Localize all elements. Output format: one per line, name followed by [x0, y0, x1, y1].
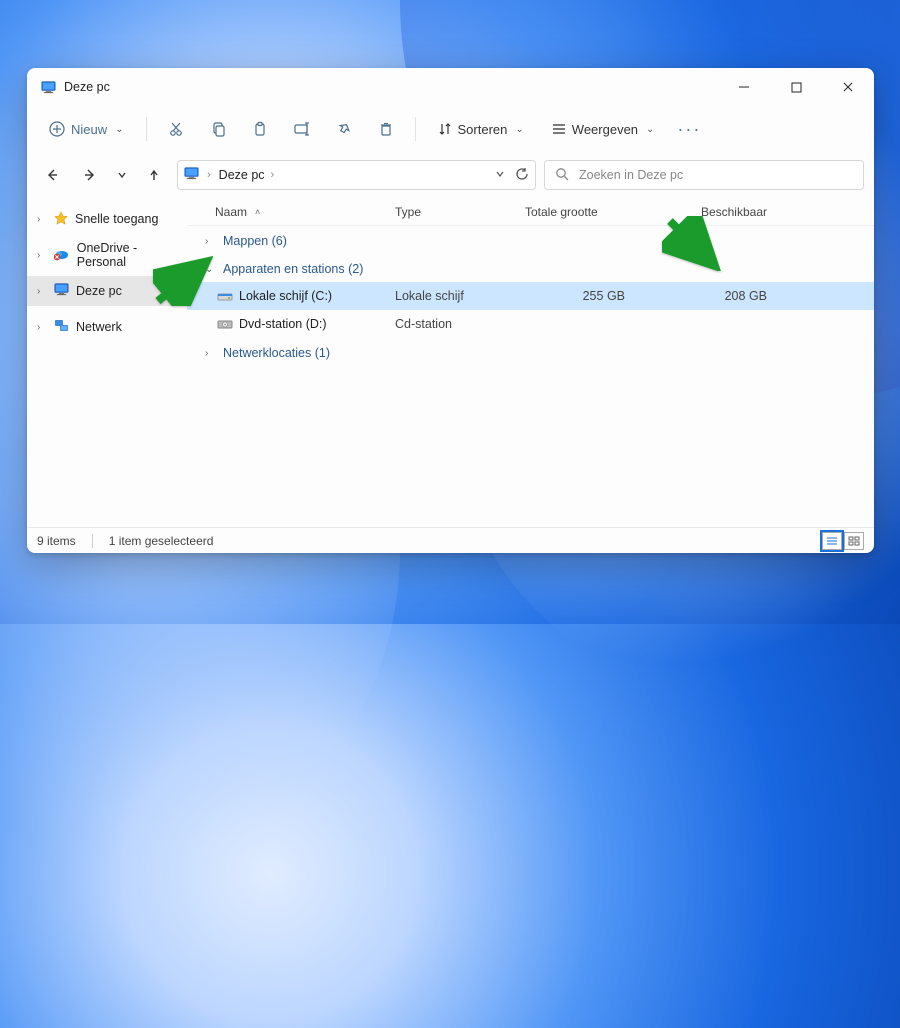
status-bar: 9 items 1 item geselecteerd	[27, 527, 874, 553]
sidebar-item-label: Deze pc	[76, 284, 122, 298]
chevron-down-icon: ⌄	[515, 124, 523, 135]
onedrive-error-icon	[54, 247, 70, 264]
sidebar-item-quick-access[interactable]: › Snelle toegang	[27, 204, 187, 234]
chevron-down-icon: ⌄	[646, 124, 654, 135]
new-button[interactable]: Nieuw ⌄	[37, 112, 136, 146]
drive-row-d[interactable]: Dvd-station (D:) Cd-station	[187, 310, 874, 338]
close-button[interactable]	[826, 72, 870, 102]
drive-type: Cd-station	[395, 317, 525, 331]
sidebar-item-network[interactable]: › Netwerk	[27, 312, 187, 342]
sidebar-item-this-pc[interactable]: › Deze pc	[27, 276, 187, 306]
chevron-right-icon: ›	[271, 169, 275, 181]
navigation-row: › Deze pc › Zoeken in Deze pc	[27, 152, 874, 198]
more-button[interactable]: ···	[670, 112, 708, 146]
chevron-down-icon: ⌄	[115, 124, 123, 135]
drive-row-c[interactable]: Lokale schijf (C:) Lokale schijf 255 GB …	[187, 282, 874, 310]
command-bar: Nieuw ⌄ Sorteren ⌄ Weergeven ⌄ ···	[27, 106, 874, 152]
navigation-pane: › Snelle toegang › OneDrive - Personal ›…	[27, 198, 187, 527]
details-view-button[interactable]	[822, 532, 842, 550]
view-button[interactable]: Weergeven ⌄	[540, 112, 667, 146]
nav-back-button[interactable]	[37, 160, 67, 190]
paste-button[interactable]	[241, 112, 279, 146]
content-pane: Naam ˄ Type Totale grootte Beschikbaar › …	[187, 198, 874, 527]
column-header-label: Beschikbaar	[701, 205, 767, 219]
network-icon	[54, 318, 69, 336]
new-button-label: Nieuw	[71, 122, 107, 137]
icons-view-button[interactable]	[844, 532, 864, 550]
address-bar[interactable]: › Deze pc ›	[177, 160, 536, 190]
chevron-right-icon[interactable]: ›	[37, 250, 47, 261]
breadcrumb-item[interactable]: Deze pc ›	[219, 168, 275, 182]
nav-recent-button[interactable]	[113, 160, 131, 190]
search-input[interactable]: Zoeken in Deze pc	[544, 160, 864, 190]
chevron-right-icon[interactable]: ›	[37, 322, 47, 333]
group-folders[interactable]: › Mappen (6)	[187, 226, 874, 254]
status-item-count: 9 items	[37, 534, 76, 548]
status-divider	[92, 534, 93, 548]
star-icon	[54, 211, 68, 228]
rename-button[interactable]	[283, 112, 321, 146]
sidebar-item-label: Netwerk	[76, 320, 122, 334]
body: › Snelle toegang › OneDrive - Personal ›…	[27, 198, 874, 527]
refresh-button[interactable]	[515, 167, 529, 184]
column-header-total-size[interactable]: Totale grootte	[525, 205, 665, 219]
group-label: Mappen (6)	[223, 234, 287, 248]
chevron-right-icon: ›	[207, 169, 211, 181]
view-toggle	[822, 532, 864, 550]
maximize-button[interactable]	[774, 72, 818, 102]
breadcrumb-label: Deze pc	[219, 168, 265, 182]
drive-type: Lokale schijf	[395, 289, 525, 303]
column-header-label: Type	[395, 205, 421, 219]
title-bar: Deze pc	[27, 68, 874, 106]
drive-total: 255 GB	[525, 289, 665, 303]
chevron-right-icon[interactable]: ›	[205, 348, 217, 359]
window-title: Deze pc	[64, 80, 714, 94]
copy-button[interactable]	[199, 112, 237, 146]
column-headers: Naam ˄ Type Totale grootte Beschikbaar	[187, 198, 874, 226]
drive-name: Lokale schijf (C:)	[235, 289, 395, 303]
column-header-label: Totale grootte	[525, 205, 598, 219]
toolbar-divider	[146, 117, 147, 141]
drive-name: Dvd-station (D:)	[235, 317, 395, 331]
this-pc-icon	[54, 282, 69, 300]
view-button-label: Weergeven	[572, 122, 638, 137]
ellipsis-icon: ···	[677, 119, 701, 140]
minimize-button[interactable]	[722, 72, 766, 102]
status-selected-count: 1 item geselecteerd	[109, 534, 214, 548]
nav-forward-button[interactable]	[75, 160, 105, 190]
group-network-locations[interactable]: › Netwerklocaties (1)	[187, 338, 874, 366]
this-pc-icon	[41, 80, 56, 95]
group-label: Apparaten en stations (2)	[223, 262, 363, 276]
search-icon	[555, 167, 569, 184]
chevron-right-icon[interactable]: ›	[37, 286, 47, 297]
search-placeholder: Zoeken in Deze pc	[579, 168, 683, 182]
share-button[interactable]	[325, 112, 363, 146]
column-header-label: Naam	[215, 205, 247, 219]
sort-asc-icon: ˄	[255, 207, 260, 217]
column-header-name[interactable]: Naam ˄	[215, 205, 395, 219]
drive-available: 208 GB	[665, 289, 785, 303]
dvd-drive-icon	[215, 317, 235, 331]
chevron-right-icon[interactable]: ›	[205, 236, 217, 247]
this-pc-icon	[184, 166, 199, 184]
sidebar-item-label: Snelle toegang	[75, 212, 158, 226]
sidebar-item-label: OneDrive - Personal	[77, 241, 187, 269]
group-devices[interactable]: ⌄ Apparaten en stations (2)	[187, 254, 874, 282]
chevron-right-icon[interactable]: ›	[37, 214, 47, 225]
group-label: Netwerklocaties (1)	[223, 346, 330, 360]
cut-button[interactable]	[157, 112, 195, 146]
file-explorer-window: Deze pc Nieuw ⌄ Sorteren ⌄ Weergeven ⌄ ·…	[27, 68, 874, 553]
column-header-available[interactable]: Beschikbaar	[665, 205, 785, 219]
column-header-type[interactable]: Type	[395, 205, 525, 219]
chevron-down-icon[interactable]: ⌄	[205, 264, 217, 275]
sort-button-label: Sorteren	[458, 122, 508, 137]
drive-icon	[215, 289, 235, 303]
sidebar-item-onedrive[interactable]: › OneDrive - Personal	[27, 240, 187, 270]
toolbar-divider	[415, 117, 416, 141]
nav-up-button[interactable]	[139, 160, 169, 190]
delete-button[interactable]	[367, 112, 405, 146]
sort-button[interactable]: Sorteren ⌄	[426, 112, 536, 146]
address-dropdown-button[interactable]	[495, 168, 505, 182]
